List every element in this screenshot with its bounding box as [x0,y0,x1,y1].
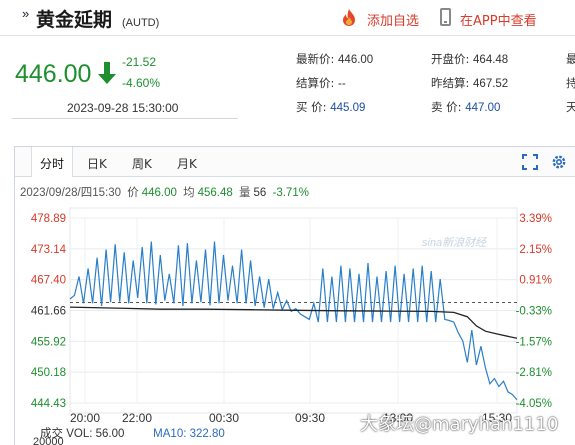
y-tick-label-right: -1.57% [516,336,552,348]
y-tick-label-right: -2.81% [516,367,552,379]
ma10-value: 322.80 [189,428,225,440]
sina-logo-watermark: sina新浪财经 [422,236,487,249]
volume-info: 成交 VOL: 56.00 MA10: 322.80 [40,425,225,441]
y-tick-label-right: -0.33% [516,306,552,318]
y-tick-label-right: 2.15% [519,244,552,256]
y-tick-label-left: 478.89 [31,213,66,225]
ma10-label: MA10: [153,428,187,440]
y-axis-left: 478.89 473.14 467.40 461.66 455.92 450.18 444.… [31,213,67,410]
vol-value: 56.00 [95,428,125,440]
vol-label: VOL: [66,428,93,440]
y-tick-label-left: 444.43 [31,398,66,410]
y-tick-label-right: -4.05% [516,398,552,410]
y-tick-label-right: 3.39% [519,213,552,225]
user-watermark: 大象坛@maryhan1110 [360,414,559,435]
intraday-chart[interactable]: sina新浪财经 478.89473.14467.40461.66455.924… [0,0,575,445]
x-tick-label: 09:30 [295,411,325,425]
y-axis-right: 3.39% 2.15% 0.91% -0.33% -1.57% -2.81% -4.05% [516,213,552,410]
x-tick-label: 22:00 [122,411,152,425]
x-tick-label: 20:00 [70,411,100,425]
y-tick-label-left: 473.14 [31,244,67,256]
y-tick-label-left: 455.92 [31,336,66,348]
volume-axis-value: 20000 [33,436,64,445]
y-tick-label-right: 0.91% [519,275,552,287]
y-tick-label-left: 461.66 [31,306,66,318]
x-tick-label: 00:30 [209,411,239,425]
y-tick-label-left: 467.40 [31,275,66,287]
y-tick-label-left: 450.18 [31,367,66,379]
